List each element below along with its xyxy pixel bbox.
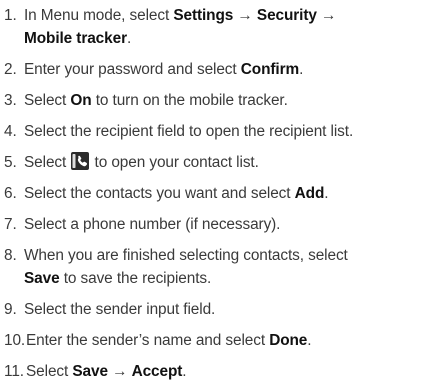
instruction-text: → <box>233 7 257 24</box>
step-text: Enter your password and select Confirm. <box>24 58 442 81</box>
ui-term: Accept <box>131 363 183 380</box>
step-10: 10. Enter the sender’s name and select Do… <box>4 329 442 352</box>
instruction-text: Select <box>24 154 71 171</box>
step-text: Select to open your contact list. <box>24 151 442 174</box>
instruction-text: . <box>307 332 312 349</box>
instruction-text: → <box>107 363 132 380</box>
instruction-text: Enter your password and select <box>24 61 241 78</box>
instruction-text: Select <box>24 92 71 109</box>
instruction-text: When you are finished selecting contacts… <box>24 247 348 264</box>
step-5: 5. Select to open your contact list. <box>4 151 442 174</box>
step-text: Select the recipient field to open the r… <box>24 120 442 143</box>
instruction-text: Enter the sender’s name and select <box>26 332 270 349</box>
ui-term: On <box>70 92 92 109</box>
step-4: 4. Select the recipient field to open the… <box>4 120 442 143</box>
ui-term: Mobile tracker <box>24 30 127 47</box>
step-number: 8. <box>4 247 17 264</box>
instruction-text: to open your contact list. <box>90 154 259 171</box>
step-text: When you are finished selecting contacts… <box>24 244 442 290</box>
step-2: 2. Enter your password and select Confirm… <box>4 58 442 81</box>
step-6: 6. Select the contacts you want and selec… <box>4 182 442 205</box>
ui-term: Save <box>72 363 108 380</box>
step-text: Select On to turn on the mobile tracker. <box>24 89 442 112</box>
instruction-text: . <box>299 61 304 78</box>
step-text: In Menu mode, select Settings → Security… <box>24 4 442 50</box>
instruction-text: to turn on the mobile tracker. <box>91 92 288 109</box>
step-text: Select the sender input field. <box>24 298 442 321</box>
step-3: 3. Select On to turn on the mobile tracke… <box>4 89 442 112</box>
step-7: 7. Select a phone number (if necessary). <box>4 213 442 236</box>
contacts-phone-icon <box>71 152 90 170</box>
ui-term: Security <box>256 7 317 24</box>
step-number: 9. <box>4 301 17 318</box>
instruction-text: . <box>182 363 187 380</box>
step-number: 11. <box>4 363 24 380</box>
step-text: Enter the sender’s name and select Done. <box>26 329 442 352</box>
instruction-text: Select the sender input field. <box>24 301 216 318</box>
step-number: 4. <box>4 123 17 140</box>
ui-term: Settings <box>173 7 234 24</box>
step-list: 1. In Menu mode, select Settings → Securi… <box>4 4 442 383</box>
ui-term: Done <box>269 332 308 349</box>
instruction-text: . <box>324 185 329 202</box>
step-number: 1. <box>4 7 17 24</box>
step-11: 11. Select Save → Accept. <box>4 360 442 383</box>
step-1: 1. In Menu mode, select Settings → Securi… <box>4 4 442 50</box>
instruction-text: In Menu mode, select <box>24 7 174 24</box>
instruction-text: Select <box>26 363 73 380</box>
instruction-text: Select the recipient field to open the r… <box>24 123 354 140</box>
instruction-text: → <box>321 7 337 24</box>
instruction-text: Select a phone number (if necessary). <box>24 216 281 233</box>
ui-term: Add <box>294 185 325 202</box>
instruction-text: Select the contacts you want and select <box>24 185 295 202</box>
ui-term: Confirm <box>240 61 300 78</box>
instructions-document: 1. In Menu mode, select Settings → Securi… <box>0 0 442 380</box>
step-number: 10. <box>4 332 26 349</box>
step-text: Select Save → Accept. <box>26 360 442 383</box>
step-number: 3. <box>4 92 17 109</box>
ui-term: Save <box>24 270 60 287</box>
step-8: 8. When you are finished selecting contac… <box>4 244 442 290</box>
step-9: 9. Select the sender input field. <box>4 298 442 321</box>
step-number: 6. <box>4 185 17 202</box>
step-number: 2. <box>4 61 17 78</box>
instruction-text: . <box>126 30 132 47</box>
instruction-text: to save the recipients. <box>59 270 212 287</box>
step-text: Select a phone number (if necessary). <box>24 213 442 236</box>
step-text: Select the contacts you want and select … <box>24 182 442 205</box>
step-number: 5. <box>4 154 17 171</box>
step-number: 7. <box>4 216 17 233</box>
